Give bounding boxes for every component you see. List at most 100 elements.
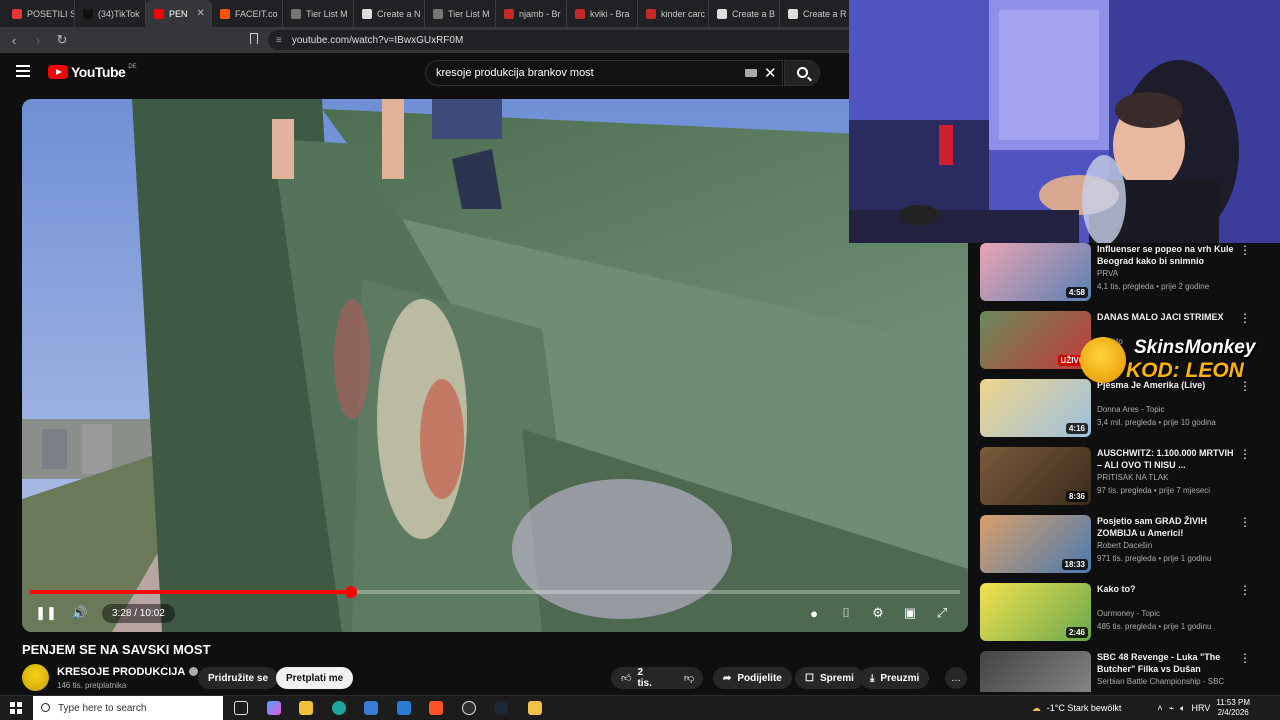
miniplayer-icon[interactable]: ▣	[898, 601, 922, 625]
recommended-views: 971 tis. pregleda • prije 1 godinu	[1097, 554, 1212, 563]
steam-icon[interactable]	[494, 701, 508, 715]
weather-text[interactable]: -1°C Stark bewölkt	[1047, 703, 1122, 713]
browser-tab[interactable]: njamb - Br	[496, 0, 567, 27]
brave-icon[interactable]	[429, 701, 443, 715]
recommended-video[interactable]: 8:36 AUSCHWITZ: 1.100.000 MRTVIH – ALI OV…	[980, 447, 1280, 507]
more-horizontal-icon: …	[951, 672, 961, 684]
recommended-video-title[interactable]: Kako to?	[1097, 583, 1237, 595]
browser-tab[interactable]: kviki - Bra	[567, 0, 638, 27]
dislike-button[interactable]: 👎︎	[674, 667, 704, 689]
menu-icon[interactable]	[16, 65, 30, 77]
recommended-channel[interactable]: Robert Dacešin	[1097, 541, 1152, 550]
bookmark-icon[interactable]	[250, 33, 258, 44]
video-thumbnail[interactable]	[980, 651, 1091, 692]
more-vertical-icon[interactable]: ⋮	[1239, 515, 1251, 529]
recommended-video-title[interactable]: SBC 48 Revenge - Luka "The Butcher" Filk…	[1097, 651, 1237, 675]
subtitles-icon[interactable]: ⌷	[834, 601, 858, 625]
video-thumbnail[interactable]: 18:33	[980, 515, 1091, 573]
mail-icon[interactable]	[397, 701, 411, 715]
subscribe-button[interactable]: Pretplati me	[276, 667, 354, 689]
autoplay-toggle-icon[interactable]: ●	[802, 601, 826, 625]
recommended-channel[interactable]: Donna Ares - Topic	[1097, 405, 1164, 414]
channel-name[interactable]: KRESOJE PRODUKCIJA	[57, 666, 199, 678]
obs-icon[interactable]	[462, 701, 476, 715]
settings-icon[interactable]: ⚙	[866, 601, 890, 625]
language-indicator[interactable]: HRV	[1192, 703, 1211, 713]
recommended-video-title[interactable]: Influenser se popeo na vrh Kule Beograd …	[1097, 243, 1237, 267]
reload-icon[interactable]: ↻	[52, 32, 72, 48]
copilot-icon[interactable]	[267, 701, 281, 715]
network-icon[interactable]: ⌁	[1169, 703, 1174, 714]
youtube-logo[interactable]: YouTube DE	[48, 64, 137, 80]
progress-bar[interactable]	[30, 586, 960, 598]
more-vertical-icon[interactable]: ⋮	[1239, 583, 1251, 597]
clear-search-icon[interactable]: ✕	[764, 64, 777, 82]
more-vertical-icon[interactable]: ⋮	[1239, 447, 1251, 461]
recommended-video-title[interactable]: Posjetio sam GRAD ŽIVIH ZOMBIJA u Americ…	[1097, 515, 1237, 539]
recommended-channel[interactable]: PRITISAK NA TLAK	[1097, 473, 1168, 482]
save-button[interactable]: ☐ Spremi	[795, 667, 864, 689]
video-thumbnail[interactable]: 4:16	[980, 379, 1091, 437]
keyboard-icon[interactable]	[745, 69, 757, 77]
address-bar[interactable]: ≡ youtube.com/watch?v=IBwxGUxRF0M	[268, 30, 868, 50]
chevron-up-icon[interactable]: ˄	[1157, 703, 1162, 713]
share-label: Podijelite	[737, 672, 782, 684]
search-input[interactable]: kresoje produkcija brankov most	[425, 60, 783, 86]
more-actions-button[interactable]: …	[945, 667, 967, 689]
more-vertical-icon[interactable]: ⋮	[1239, 243, 1251, 257]
browser-tab[interactable]: Create a R	[780, 0, 851, 27]
download-button[interactable]: ⤓ Preuzmi	[860, 667, 930, 689]
video-thumbnail[interactable]: 8:36	[980, 447, 1091, 505]
browser-tab[interactable]: Create a N	[354, 0, 425, 27]
video-thumbnail[interactable]: UŽIVO	[980, 311, 1091, 369]
app-icon[interactable]	[528, 701, 542, 715]
recommended-channel[interactable]: Serbian Battle Championship - SBC	[1097, 677, 1224, 686]
join-button[interactable]: Pridružite se	[198, 667, 279, 689]
windows-start-icon[interactable]	[10, 702, 22, 714]
volume-tray-icon[interactable]: 🔈︎	[1180, 703, 1185, 714]
more-vertical-icon[interactable]: ⋮	[1239, 651, 1251, 665]
recommended-video[interactable]: 2:46 Kako to? Ourmoney - Topic 485 tis. pre…	[980, 583, 1280, 643]
browser-tab[interactable]: PEN ✕	[146, 0, 212, 27]
recommended-video[interactable]: 4:16 Pjesma Je Amerika (Live) Donna Ares -…	[980, 379, 1280, 439]
browser-tab[interactable]: POSETILI S	[4, 0, 75, 27]
recommended-channel[interactable]: PRVA	[1097, 269, 1118, 278]
volume-icon[interactable]: 🔊	[68, 601, 92, 625]
recommended-video-title[interactable]: DANAS MALO JACI STRIMEX	[1097, 311, 1237, 323]
store-icon[interactable]	[364, 701, 378, 715]
browser-tab[interactable]: FACEIT.co	[212, 0, 283, 27]
back-icon[interactable]: ‹	[4, 33, 24, 48]
tab-close-icon[interactable]: ✕	[197, 8, 205, 19]
share-button[interactable]: ➦ Podijelite	[713, 667, 792, 689]
recommendations-sidebar: 4:58 Influenser se popeo na vrh Kule Beog…	[980, 243, 1280, 692]
clock[interactable]: 11:53 PM 2/4/2026	[1216, 698, 1250, 718]
task-view-icon[interactable]	[234, 701, 248, 715]
taskbar-search[interactable]: Type here to search	[33, 696, 223, 720]
recommended-views: 97 tis. pregleda • prije 7 mjeseci	[1097, 486, 1211, 495]
browser-tab[interactable]: kinder carc	[638, 0, 709, 27]
recommended-video[interactable]: SBC 48 Revenge - Luka "The Butcher" Filk…	[980, 651, 1280, 692]
edge-icon[interactable]	[332, 701, 346, 715]
search-button[interactable]	[784, 60, 820, 86]
file-explorer-icon[interactable]	[299, 701, 313, 715]
browser-tab[interactable]: Tier List M	[425, 0, 496, 27]
site-info-icon[interactable]: ≡	[276, 35, 282, 46]
video-thumbnail[interactable]: 2:46	[980, 583, 1091, 641]
channel-avatar[interactable]	[22, 664, 49, 691]
browser-tab[interactable]: Create a B	[709, 0, 780, 27]
like-button[interactable]: 👍︎ 2 tis.	[611, 667, 662, 689]
video-player[interactable]: ❚❚ 🔊 3:28 / 10:02 ● ⌷ ⚙ ▣ ⤢	[22, 99, 968, 632]
recommended-channel[interactable]: Ourmoney - Topic	[1097, 609, 1160, 618]
pause-icon[interactable]: ❚❚	[34, 601, 58, 625]
browser-tab[interactable]: Tier List M	[283, 0, 354, 27]
recommended-video[interactable]: 18:33 Posjetio sam GRAD ŽIVIH ZOMBIJA u A…	[980, 515, 1280, 575]
tab-favicon-icon	[291, 8, 301, 19]
recommended-video-title[interactable]: AUSCHWITZ: 1.100.000 MRTVIH – ALI OVO TI…	[1097, 447, 1237, 471]
video-thumbnail[interactable]: 4:58	[980, 243, 1091, 301]
more-vertical-icon[interactable]: ⋮	[1239, 311, 1251, 325]
forward-icon[interactable]: ›	[28, 33, 48, 48]
weather-icon[interactable]: ☁	[1032, 703, 1041, 714]
recommended-video[interactable]: 4:58 Influenser se popeo na vrh Kule Beog…	[980, 243, 1280, 303]
browser-tab[interactable]: (34)TikTok	[75, 0, 146, 27]
fullscreen-icon[interactable]: ⤢	[930, 601, 954, 625]
